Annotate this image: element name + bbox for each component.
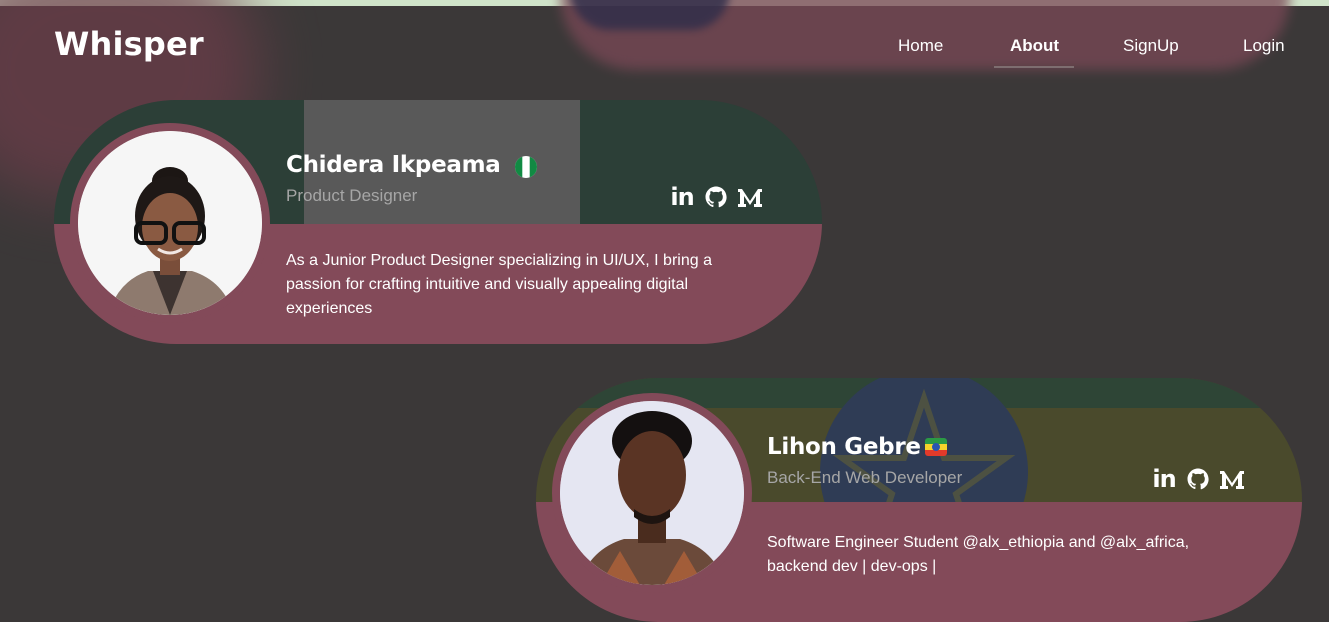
nav-login[interactable]: Login	[1243, 36, 1285, 56]
avatar	[70, 123, 270, 323]
member-role: Back-End Web Developer	[767, 468, 963, 487]
ethiopia-flag-icon	[925, 438, 947, 456]
member-bio: As a Junior Product Designer specializin…	[286, 252, 712, 317]
member-bio: Software Engineer Student @alx_ethiopia …	[767, 534, 1190, 575]
linkedin-icon[interactable]: in	[668, 183, 696, 211]
profile-photo	[78, 131, 262, 315]
social-links: in	[668, 183, 764, 211]
member-name: Chidera Ikpeama	[286, 152, 501, 178]
member-role: Product Designer	[286, 186, 418, 205]
avatar	[552, 393, 752, 593]
nav-signup[interactable]: SignUp	[1123, 36, 1179, 56]
nav-about[interactable]: About	[1010, 36, 1059, 56]
nav-home[interactable]: Home	[898, 36, 943, 56]
medium-icon[interactable]	[1218, 466, 1246, 492]
social-links: in	[1150, 465, 1246, 493]
github-icon[interactable]	[1186, 466, 1210, 492]
brand-logo[interactable]: Whisper	[54, 25, 204, 63]
top-navbar: Whisper Home About SignUp Login	[0, 6, 1329, 86]
linkedin-icon[interactable]: in	[1150, 465, 1178, 493]
medium-icon[interactable]	[736, 184, 764, 210]
github-icon[interactable]	[704, 184, 728, 210]
nigeria-flag-icon	[515, 156, 537, 178]
active-nav-underline	[994, 66, 1074, 68]
member-name: Lihon Gebre	[767, 434, 921, 460]
profile-photo	[560, 401, 744, 585]
